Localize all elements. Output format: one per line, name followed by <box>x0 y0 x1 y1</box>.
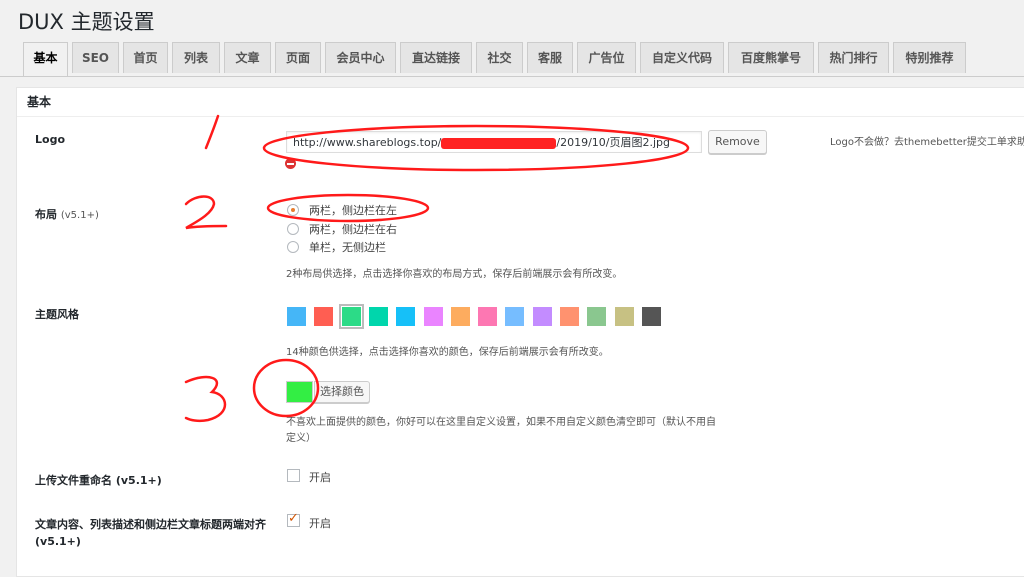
remove-button[interactable]: Remove <box>708 130 767 154</box>
rename-checkbox[interactable] <box>287 469 300 482</box>
custom-color-preview[interactable] <box>286 381 313 403</box>
redaction-mark <box>441 137 557 149</box>
justify-version: (v5.1+) <box>35 535 81 548</box>
tab-3[interactable]: 列表 <box>172 42 220 73</box>
tab-0[interactable]: 基本 <box>23 42 68 76</box>
justify-label: 文章内容、列表描述和侧边栏文章标题两端对齐 <box>35 518 266 531</box>
tab-10[interactable]: 广告位 <box>577 42 636 73</box>
color-swatch[interactable] <box>287 307 306 326</box>
page-title: DUX 主题设置 <box>18 10 155 34</box>
tab-11[interactable]: 自定义代码 <box>640 42 724 73</box>
tab-7[interactable]: 直达链接 <box>400 42 472 73</box>
color-swatch[interactable] <box>314 307 334 326</box>
layout-option-left: 两栏，侧边栏在左 <box>309 204 397 217</box>
theme-description: 14种颜色供选择，点击选择你喜欢的颜色，保存后前端展示会有所改变。 <box>286 347 609 358</box>
logo-url-prefix: http://www.shareblogs.top/ <box>293 136 442 149</box>
tab-4[interactable]: 文章 <box>224 42 271 73</box>
tab-2[interactable]: 首页 <box>123 42 168 73</box>
tab-13[interactable]: 热门排行 <box>818 42 889 73</box>
tab-8[interactable]: 社交 <box>476 42 523 73</box>
logo-url-input[interactable]: http://www.shareblogs.top/ /2019/10/页眉图2.… <box>286 131 702 153</box>
color-swatch[interactable] <box>423 307 443 326</box>
color-swatch[interactable] <box>587 307 607 326</box>
layout-option-right: 两栏，侧边栏在右 <box>309 223 397 236</box>
settings-panel: 基本 Logo http://www.shareblogs.top/ /2019/… <box>16 87 1024 577</box>
layout-option-single: 单栏，无侧边栏 <box>309 241 386 254</box>
rename-option-label: 开启 <box>309 471 331 484</box>
color-swatch[interactable] <box>338 304 364 329</box>
rename-label: 上传文件重命名 <box>35 474 112 487</box>
choose-color-button[interactable]: 选择颜色 <box>314 381 370 403</box>
layout-radio-right[interactable] <box>287 223 299 235</box>
layout-label: 布局 <box>35 208 57 221</box>
custom-color-desc-2: 定义） <box>286 433 316 444</box>
color-swatch[interactable] <box>560 307 579 326</box>
logo-url-suffix: /2019/10/页眉图2.jpg <box>556 136 671 149</box>
justify-option-label: 开启 <box>309 517 331 530</box>
color-swatch[interactable] <box>505 307 525 326</box>
layout-radio-single[interactable] <box>287 241 299 253</box>
color-swatch[interactable] <box>641 307 661 326</box>
section-title: 基本 <box>17 88 1024 117</box>
rename-version: (v5.1+) <box>115 474 162 487</box>
layout-version: (v5.1+) <box>60 210 99 221</box>
tab-1[interactable]: SEO <box>72 42 119 73</box>
tab-12[interactable]: 百度熊掌号 <box>728 42 814 73</box>
color-swatch[interactable] <box>614 307 634 326</box>
justify-checkbox[interactable] <box>287 511 300 527</box>
settings-tabs: 基本 SEO 首页 列表 文章 页面 会员中心 直达链接 社交 客服 广告位 自定义代码 百度熊掌号 热门… <box>0 42 1024 77</box>
custom-color-desc-1: 不喜欢上面提供的颜色，你好可以在这里自定义设置，如果不用自定义颜色清空即可（默认… <box>286 417 716 428</box>
tab-14[interactable]: 特别推荐 <box>893 42 966 73</box>
color-swatch[interactable] <box>532 307 552 326</box>
theme-label: 主题风格 <box>35 308 79 321</box>
layout-description: 2种布局供选择，点击选择你喜欢的布局方式，保存后前端展示会有所改变。 <box>286 269 623 280</box>
color-swatch[interactable] <box>450 307 470 326</box>
rename-label-wrap: 上传文件重命名 (v5.1+) <box>35 472 162 488</box>
color-swatch[interactable] <box>396 307 416 326</box>
color-swatch[interactable] <box>478 307 498 326</box>
layout-label-wrap: 布局 (v5.1+) <box>35 206 99 222</box>
logo-help-text: Logo不会做？去themebetter提交工单求助 <box>830 137 1024 148</box>
tab-5[interactable]: 页面 <box>275 42 321 73</box>
logo-label: Logo <box>35 133 65 146</box>
color-swatch[interactable] <box>368 307 388 326</box>
remove-icon[interactable] <box>285 158 296 169</box>
tab-6[interactable]: 会员中心 <box>325 42 396 73</box>
tab-9[interactable]: 客服 <box>527 42 573 73</box>
layout-radio-left[interactable] <box>287 204 299 216</box>
